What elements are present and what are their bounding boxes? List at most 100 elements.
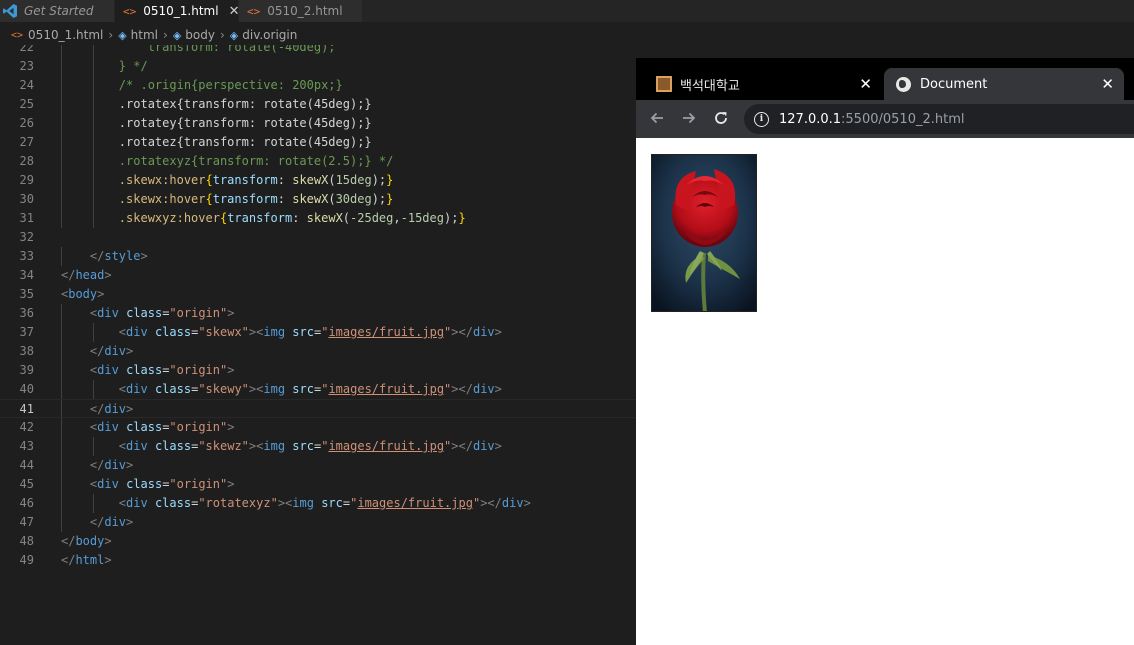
- element-icon: ◈: [118, 28, 127, 42]
- code-line[interactable]: 29 .skewx:hover{transform: skewX(15deg);…: [0, 171, 636, 190]
- close-icon[interactable]: ✕: [1101, 75, 1114, 93]
- code-text: /* .origin{perspective: 200px;}: [61, 78, 343, 92]
- code-line[interactable]: 22 transform: rotate(-40deg);: [0, 45, 636, 57]
- line-number: 44: [19, 458, 34, 472]
- line-number: 28: [19, 154, 34, 168]
- code-line[interactable]: 31 .skewxyz:hover{transform: skewX(-25de…: [0, 209, 636, 228]
- line-number: 31: [19, 211, 34, 225]
- indent-guide: [61, 418, 62, 437]
- code-line[interactable]: 44 </div>: [0, 456, 636, 475]
- code-line[interactable]: 42 <div class="origin">: [0, 418, 636, 437]
- line-number: 36: [19, 306, 34, 320]
- vscode-icon: [3, 4, 17, 18]
- code-line[interactable]: 41 </div>: [0, 399, 636, 418]
- chevron-right-icon: ›: [219, 28, 225, 42]
- indent-guide: [61, 133, 62, 152]
- code-editor[interactable]: 22 transform: rotate(-40deg); 23 } */24 /…: [0, 45, 636, 645]
- breadcrumb-html[interactable]: html: [131, 28, 158, 42]
- code-line[interactable]: 47 </div>: [0, 513, 636, 532]
- code-line[interactable]: 26 .rotatey{transform: rotate(45deg);}: [0, 114, 636, 133]
- indent-guide: [61, 361, 62, 380]
- line-number: 25: [19, 97, 34, 111]
- code-line[interactable]: 30 .skewx:hover{transform: skewX(30deg);…: [0, 190, 636, 209]
- line-number: 40: [19, 382, 34, 396]
- code-line[interactable]: 40 <div class="skewy"><img src="images/f…: [0, 380, 636, 399]
- browser-tab-strip: 백석대학교 ✕ Document ✕: [636, 58, 1134, 100]
- code-line[interactable]: 23 } */: [0, 57, 636, 76]
- code-text: <div class="skewy"><img src="images/frui…: [118, 382, 502, 396]
- code-line[interactable]: 49 </html>: [0, 551, 636, 570]
- code-text: </div>: [89, 344, 134, 358]
- rose-image: [651, 154, 757, 312]
- code-text: </div>: [89, 458, 134, 472]
- html-file-icon: <>: [11, 29, 24, 41]
- code-text: .skewx:hover{transform: skewX(30deg);}: [118, 192, 394, 206]
- code-line[interactable]: 28 .rotatexyz{transform: rotate(2.5);} *…: [0, 152, 636, 171]
- code-line[interactable]: 37 <div class="skewx"><img src="images/f…: [0, 323, 636, 342]
- browser-toolbar: i 127.0.0.1:5500/0510_2.html: [636, 100, 1134, 138]
- code-line[interactable]: 46 <div class="rotatexyz"><img src="imag…: [0, 494, 636, 513]
- indent-guide: [92, 437, 94, 456]
- indent-guide: [92, 95, 94, 114]
- line-number: 41: [19, 402, 34, 416]
- tab-get-started[interactable]: Get Started: [0, 0, 115, 22]
- back-arrow-icon[interactable]: [646, 107, 668, 129]
- code-line[interactable]: 32: [0, 228, 636, 247]
- code-line[interactable]: 27 .rotatez{transform: rotate(45deg);}: [0, 133, 636, 152]
- close-icon[interactable]: ✕: [859, 75, 872, 93]
- address-bar[interactable]: i 127.0.0.1:5500/0510_2.html: [744, 104, 1134, 134]
- indent-guide: [92, 57, 94, 76]
- indent-guide: [61, 171, 62, 190]
- code-line[interactable]: 43 <div class="skewz"><img src="images/f…: [0, 437, 636, 456]
- breadcrumb-body[interactable]: body: [185, 28, 215, 42]
- code-line[interactable]: 38 </div>: [0, 342, 636, 361]
- tab-0510-1[interactable]: <> 0510_1.html ✕: [115, 0, 239, 22]
- tab-0510-2[interactable]: <> 0510_2.html: [239, 0, 363, 22]
- info-icon[interactable]: i: [754, 111, 769, 127]
- tab-label: 0510_1.html: [143, 4, 219, 18]
- indent-guide: [61, 380, 62, 399]
- code-text: <div class="origin">: [89, 420, 235, 434]
- line-number: 39: [19, 363, 34, 377]
- html-file-icon: <>: [247, 4, 261, 18]
- forward-arrow-icon[interactable]: [678, 107, 700, 129]
- code-line[interactable]: 34 </head>: [0, 266, 636, 285]
- breadcrumb-div-origin[interactable]: div.origin: [242, 28, 297, 42]
- code-text: .rotatey{transform: rotate(45deg);}: [61, 116, 372, 130]
- html-file-icon: <>: [123, 4, 137, 18]
- breadcrumb-file[interactable]: 0510_1.html: [28, 28, 103, 42]
- indent-guide: [61, 342, 62, 361]
- close-icon[interactable]: ✕: [229, 4, 240, 19]
- line-number: 43: [19, 439, 34, 453]
- line-number: 46: [19, 496, 34, 510]
- code-text: <div class="skewx"><img src="images/frui…: [118, 325, 502, 339]
- code-text: </html>: [61, 553, 112, 567]
- indent-guide: [61, 190, 62, 209]
- line-number: 38: [19, 344, 34, 358]
- url-host: 127.0.0.1: [779, 111, 842, 127]
- code-line[interactable]: 36 <div class="origin">: [0, 304, 636, 323]
- indent-guide: [61, 437, 62, 456]
- indent-guide: [92, 323, 94, 342]
- reload-icon[interactable]: [710, 107, 732, 129]
- code-line[interactable]: 39 <div class="origin">: [0, 361, 636, 380]
- code-text: </div>: [89, 515, 134, 529]
- line-number: 35: [19, 287, 34, 301]
- indent-guide: [92, 152, 94, 171]
- element-icon: ◈: [172, 28, 182, 42]
- code-text: </body>: [61, 534, 112, 548]
- indent-guide: [61, 114, 62, 133]
- code-line[interactable]: 33 </style>: [0, 247, 636, 266]
- site-favicon-icon: [656, 76, 672, 92]
- line-number: 49: [19, 553, 34, 567]
- indent-guide: [61, 456, 62, 475]
- code-line[interactable]: 24 /* .origin{perspective: 200px;}: [0, 76, 636, 95]
- browser-tab-document[interactable]: Document ✕: [884, 68, 1124, 100]
- editor-tab-bar: Get Started <> 0510_1.html ✕ <> 0510_2.h…: [0, 0, 1134, 22]
- breadcrumb: <> 0510_1.html › ◈ html › ◈ body › ◈ div…: [0, 25, 297, 45]
- code-line[interactable]: 48 </body>: [0, 532, 636, 551]
- browser-tab-baekseok[interactable]: 백석대학교 ✕: [644, 68, 882, 100]
- code-line[interactable]: 45 <div class="origin">: [0, 475, 636, 494]
- code-line[interactable]: 35 <body>: [0, 285, 636, 304]
- code-line[interactable]: 25 .rotatex{transform: rotate(45deg);}: [0, 95, 636, 114]
